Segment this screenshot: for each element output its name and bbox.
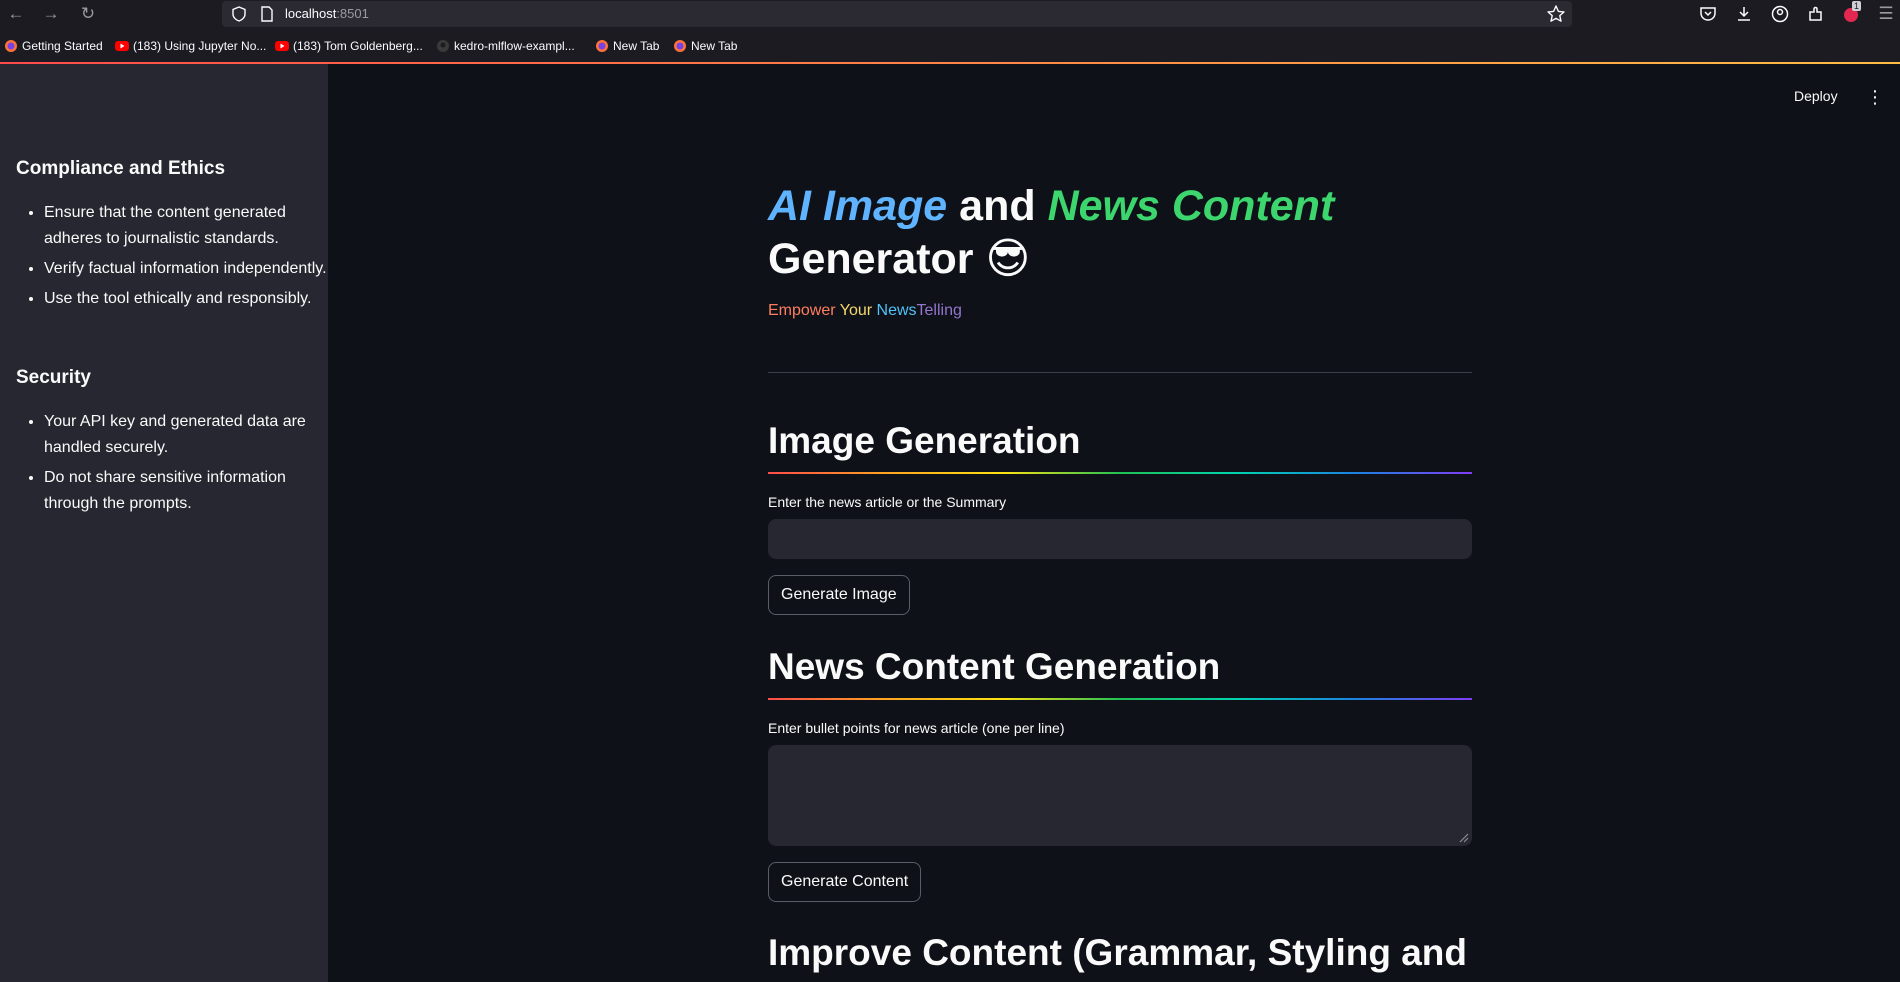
bullet-points-textarea[interactable] (768, 745, 1472, 846)
bookmark-label: kedro-mlflow-exampl... (454, 39, 575, 53)
url-text[interactable]: localhost:8501 (285, 6, 369, 21)
section-heading-image-generation: Image Generation (768, 420, 1081, 461)
firefox-icon (5, 40, 17, 52)
youtube-icon (275, 41, 289, 51)
page-subtitle: Empower Your NewsTelling (768, 302, 962, 320)
account-icon[interactable] (1770, 4, 1790, 24)
bookmark-item[interactable]: Getting Started (4, 38, 103, 54)
heading-divider (768, 472, 1472, 474)
bookmark-star-icon[interactable] (1546, 4, 1566, 24)
bookmark-item[interactable]: (183) Using Jupyter No... (115, 38, 266, 54)
subtitle-segment: Telling (916, 302, 962, 319)
bookmarks-bar: Getting Started (183) Using Jupyter No..… (0, 29, 1900, 63)
list-item: Do not share sensitive information throu… (44, 465, 334, 517)
url-bar[interactable]: localhost:8501 (222, 1, 1572, 27)
bookmark-label: New Tab (691, 39, 738, 53)
sidebar-heading-compliance: Compliance and Ethics (16, 158, 226, 179)
title-generator: Generator (768, 235, 974, 283)
sunglasses-emoji-icon: 😎 (985, 235, 1031, 283)
download-icon[interactable] (1734, 4, 1754, 24)
bookmark-item[interactable]: New Tab (595, 38, 659, 54)
youtube-icon (115, 41, 129, 51)
github-icon (437, 40, 449, 52)
bookmark-label: (183) Tom Goldenberg... (293, 39, 423, 53)
hamburger-menu-icon[interactable]: ☰ (1875, 3, 1897, 25)
kebab-menu-icon[interactable]: ⋮ (1866, 88, 1884, 106)
sidebar-heading-security: Security (16, 367, 91, 388)
subtitle-segment: Your (835, 302, 877, 319)
forward-arrow-icon[interactable]: → (40, 3, 62, 25)
bookmark-label: New Tab (613, 39, 660, 53)
title-news-content: News Content (1047, 182, 1335, 230)
reload-icon[interactable]: ↻ (77, 3, 99, 25)
list-item: Your API key and generated data are hand… (44, 409, 334, 461)
generate-image-button[interactable]: Generate Image (768, 575, 910, 615)
bookmark-label: (183) Using Jupyter No... (133, 39, 267, 53)
list-item: Verify factual information independently… (44, 256, 334, 282)
shield-icon[interactable] (230, 5, 248, 23)
bookmark-item[interactable]: kedro-mlflow-exampl... (436, 38, 575, 54)
list-item: Ensure that the content generated adhere… (44, 200, 334, 252)
subtitle-segment: News (876, 302, 917, 319)
subtitle-segment: Empower (768, 302, 836, 319)
pocket-icon[interactable] (1698, 4, 1718, 24)
back-arrow-icon[interactable]: ← (5, 3, 27, 25)
bookmark-item[interactable]: (183) Tom Goldenberg... (275, 38, 423, 54)
heading-divider (768, 698, 1472, 700)
browser-toolbar: ← → ↻ localhost:8501 1 ☰ (0, 0, 1900, 29)
section-heading-improve-content: Improve Content (Grammar, Styling and (768, 932, 1468, 973)
extension-badge-icon[interactable]: 1 (1841, 1, 1862, 24)
article-input[interactable] (768, 519, 1472, 559)
title-and: and (947, 182, 1048, 230)
sidebar: Compliance and Ethics Ensure that the co… (0, 64, 328, 982)
page-title: AI Image and News Content Generator 😎 (768, 180, 1334, 286)
list-item: Use the tool ethically and responsibly. (44, 286, 334, 312)
security-list: Your API key and generated data are hand… (16, 409, 334, 521)
firefox-icon (674, 40, 686, 52)
extensions-icon[interactable] (1806, 4, 1826, 24)
divider (768, 372, 1472, 373)
section-heading-news-content: News Content Generation (768, 646, 1221, 687)
resize-handle-icon[interactable] (1457, 831, 1469, 843)
article-input-label: Enter the news article or the Summary (768, 494, 1007, 510)
compliance-list: Ensure that the content generated adhere… (16, 200, 334, 316)
title-ai-image: AI Image (768, 182, 948, 230)
bookmark-label: Getting Started (22, 39, 103, 53)
deploy-button[interactable]: Deploy (1794, 88, 1838, 104)
bullet-points-label: Enter bullet points for news article (on… (768, 720, 1065, 736)
page-icon (261, 6, 273, 22)
bookmark-item[interactable]: New Tab (673, 38, 737, 54)
firefox-icon (596, 40, 608, 52)
extension-badge-count: 1 (1852, 1, 1862, 11)
generate-content-button[interactable]: Generate Content (768, 862, 922, 902)
